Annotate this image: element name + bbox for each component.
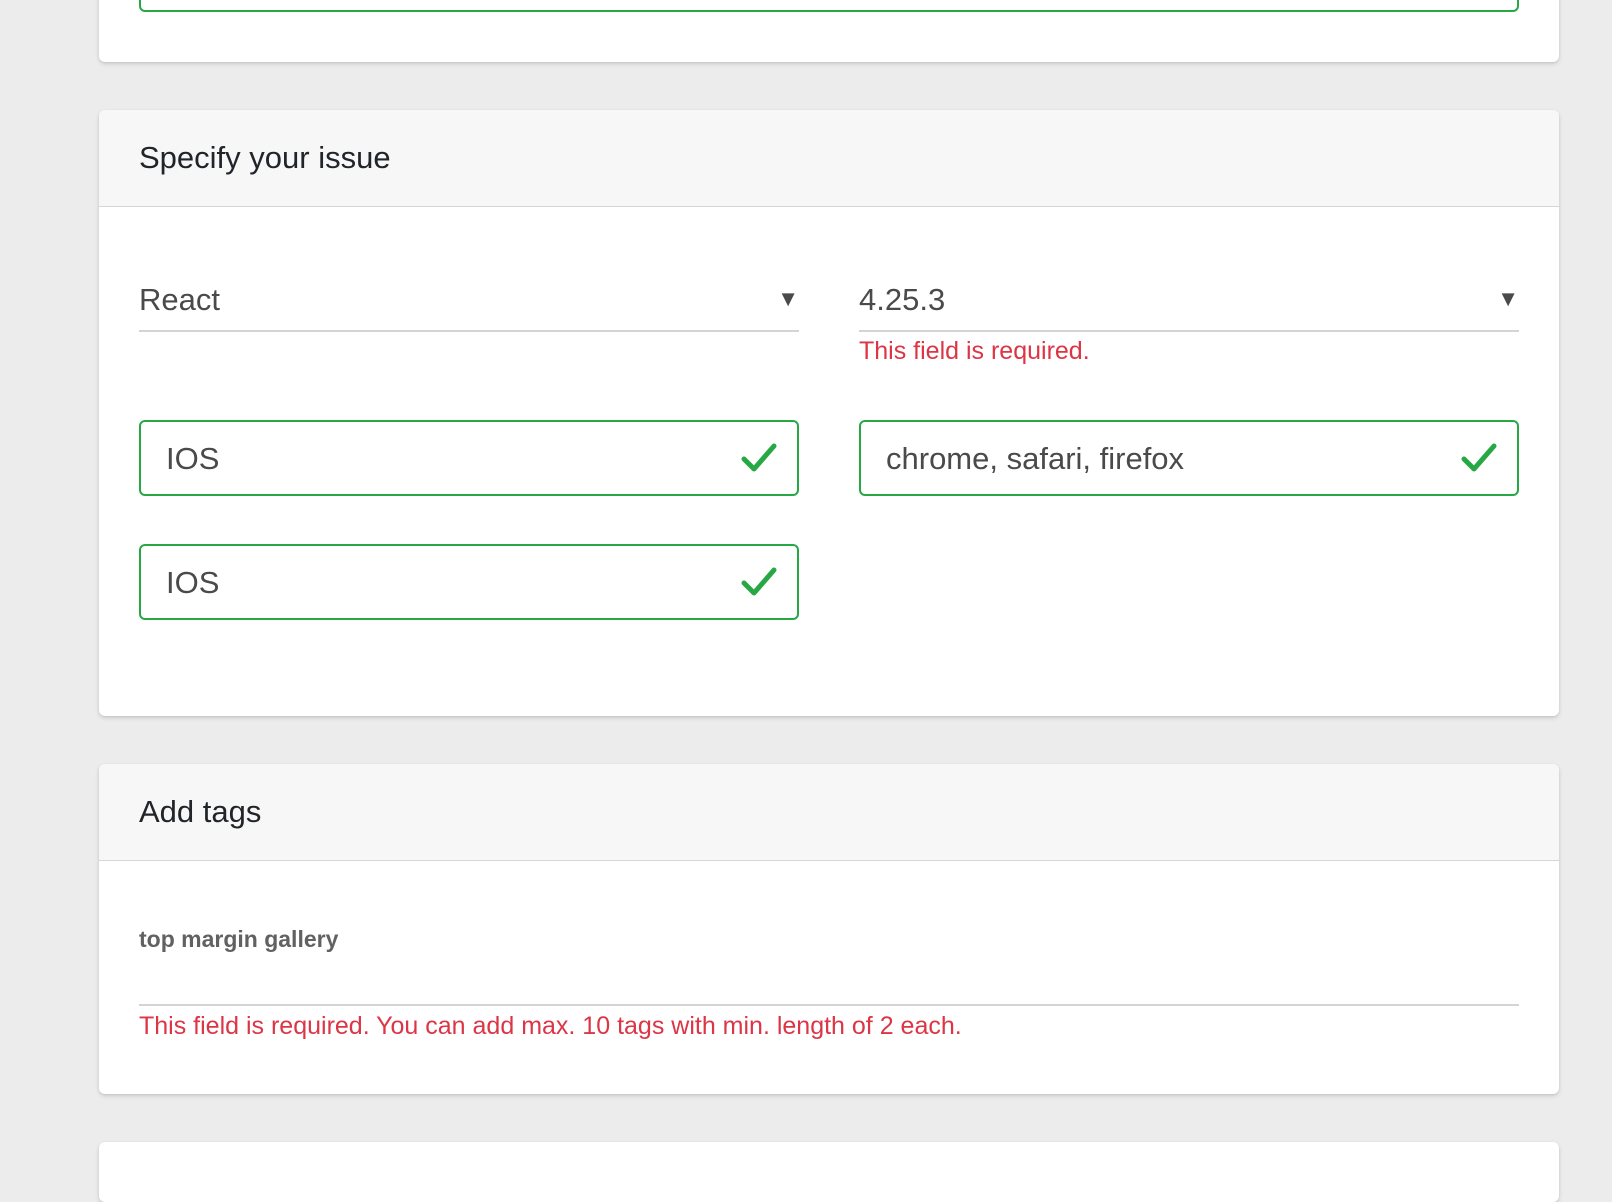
version-select-value: 4.25.3: [859, 282, 946, 317]
check-icon: [741, 567, 777, 596]
previous-section-input[interactable]: [139, 0, 1519, 12]
specify-issue-card: Specify your issue React ▼ 4.25.3 ▼ This…: [99, 110, 1559, 716]
tags-entered-label: top margin gallery: [139, 926, 339, 952]
triangle-down-icon[interactable]: ▼: [777, 288, 799, 310]
browsers-input-value: chrome, safari, firefox: [886, 441, 1185, 476]
tags-error-message: This field is required. You can add max.…: [139, 1012, 962, 1040]
version-select[interactable]: 4.25.3 ▼: [859, 232, 1519, 332]
os-input-secondary-value: IOS: [166, 565, 220, 600]
next-section-card: [99, 1142, 1559, 1202]
previous-section-card: [99, 0, 1559, 62]
framework-select-value: React: [139, 282, 220, 317]
framework-select[interactable]: React ▼: [139, 232, 799, 332]
os-input-secondary[interactable]: IOS: [139, 544, 799, 620]
check-icon: [741, 443, 777, 472]
add-tags-title: Add tags: [139, 794, 262, 829]
tags-input[interactable]: [139, 964, 1519, 1006]
triangle-down-icon[interactable]: ▼: [1497, 288, 1519, 310]
add-tags-header: Add tags: [99, 764, 1559, 861]
specify-issue-title: Specify your issue: [139, 140, 391, 175]
browsers-input[interactable]: chrome, safari, firefox: [859, 420, 1519, 496]
specify-issue-header: Specify your issue: [99, 110, 1559, 207]
os-input-value: IOS: [166, 441, 220, 476]
add-tags-card: Add tags top margin gallery This field i…: [99, 764, 1559, 1094]
os-input[interactable]: IOS: [139, 420, 799, 496]
version-error-message: This field is required.: [859, 337, 1090, 365]
check-icon: [1461, 443, 1497, 472]
